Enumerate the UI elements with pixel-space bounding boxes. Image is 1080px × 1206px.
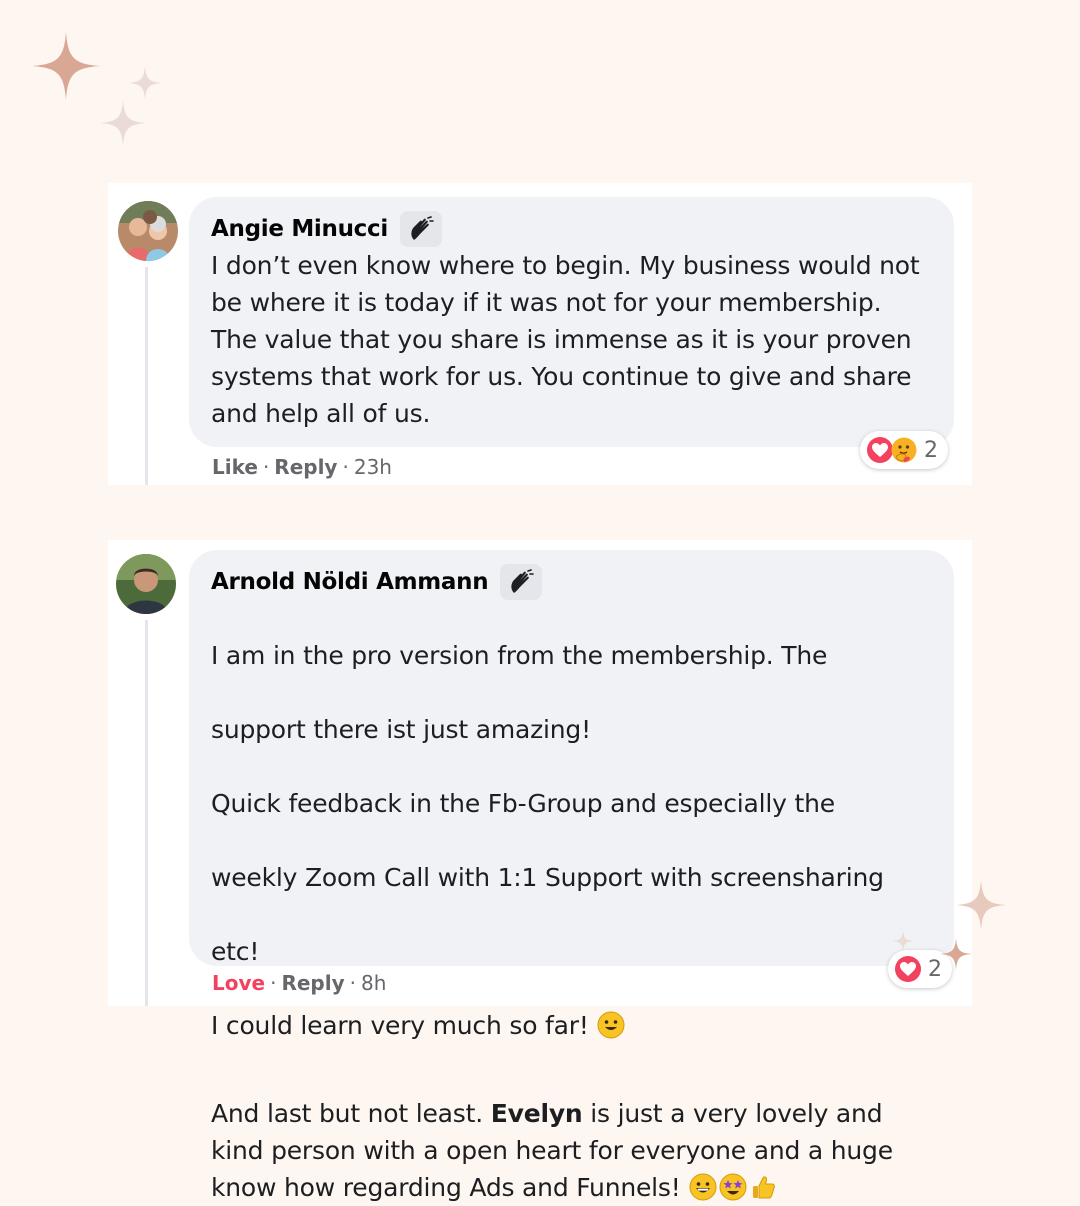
thread-line — [145, 620, 148, 1006]
reactions-badge[interactable]: 2 — [860, 431, 948, 469]
avatar[interactable] — [118, 201, 178, 261]
waving-hand-icon — [500, 564, 543, 600]
sparkle-tiny-icon — [892, 930, 914, 952]
separator: · — [270, 971, 277, 995]
text-line: I could learn very much so far! — [211, 1011, 589, 1040]
star-struck-emoji-icon — [719, 1173, 747, 1201]
text-segment: And last but not least. — [211, 1099, 491, 1128]
smiley-emoji-icon — [597, 1011, 625, 1039]
care-reaction-icon — [891, 437, 917, 463]
text-line: support there ist just amazing! — [211, 715, 591, 744]
waving-hand-icon — [399, 211, 442, 247]
text-line: Quick feedback in the Fb-Group and espec… — [211, 789, 835, 818]
comment-actions: Love · Reply · 8h — [212, 971, 386, 995]
avatar[interactable] — [116, 554, 176, 614]
sparkle-small-icon — [128, 66, 162, 100]
like-button[interactable]: Like — [212, 455, 258, 479]
comment-bubble: Arnold Nöldi Ammann I am in the pro vers… — [189, 550, 954, 1202]
love-button[interactable]: Love — [212, 971, 265, 995]
text-line: I am in the pro version from the members… — [211, 641, 828, 670]
text-line: weekly Zoom Call with 1:1 Support with s… — [211, 863, 884, 892]
timestamp[interactable]: 23h — [354, 455, 392, 479]
comment-bubble: Angie Minucci I don’t even know where to… — [189, 197, 954, 447]
separator: · — [349, 971, 356, 995]
comment-actions: Like · Reply · 23h — [212, 455, 392, 479]
sparkle-large-icon — [32, 32, 100, 100]
thread-line — [145, 267, 148, 485]
timestamp[interactable]: 8h — [361, 971, 386, 995]
comment-author[interactable]: Angie Minucci — [211, 216, 388, 242]
text-line-with-emoji: I could learn very much so far! — [211, 1007, 934, 1044]
comment-text: I don’t even know where to begin. My bus… — [211, 251, 920, 428]
reply-button[interactable]: Reply — [274, 455, 337, 479]
comment-text: I am in the pro version from the members… — [211, 600, 934, 1081]
separator: · — [262, 455, 270, 479]
reaction-count: 2 — [924, 437, 938, 463]
grinning-emoji-icon — [689, 1173, 717, 1201]
reply-button[interactable]: Reply — [281, 971, 344, 995]
comment-card: Arnold Nöldi Ammann I am in the pro vers… — [108, 540, 972, 1202]
love-reaction-icon — [895, 956, 921, 982]
text-line: etc! — [211, 937, 260, 966]
comment-author[interactable]: Arnold Nöldi Ammann — [211, 569, 489, 595]
comment-card: Angie Minucci I don’t even know where to… — [108, 183, 972, 485]
comment-text-paragraph: And last but not least. Evelyn is just a… — [211, 1095, 934, 1206]
sparkle-small-icon — [940, 938, 972, 970]
separator: · — [342, 455, 349, 479]
thumbs-up-emoji-icon — [753, 1176, 776, 1199]
sparkle-small-icon — [100, 100, 146, 146]
sparkle-medium-icon — [956, 880, 1006, 930]
mentioned-name[interactable]: Evelyn — [491, 1099, 583, 1128]
